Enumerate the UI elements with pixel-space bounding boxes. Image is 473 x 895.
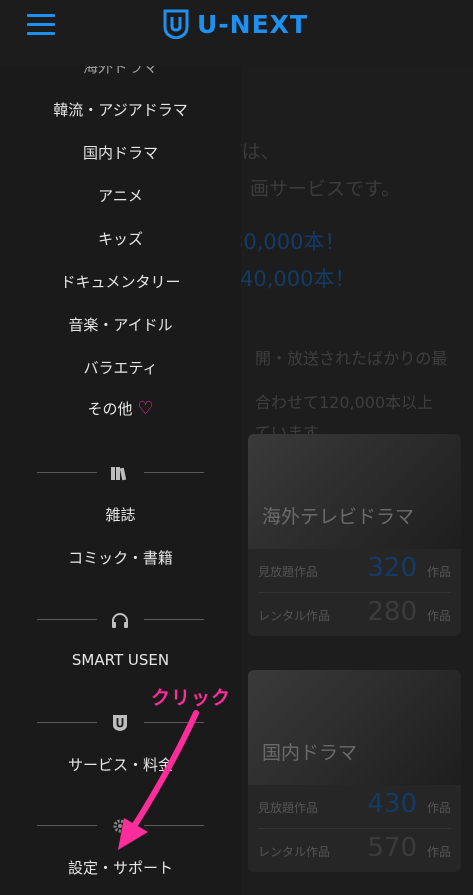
click-annotation-label: クリック	[151, 687, 232, 709]
annotation-arrow-icon	[118, 710, 199, 850]
